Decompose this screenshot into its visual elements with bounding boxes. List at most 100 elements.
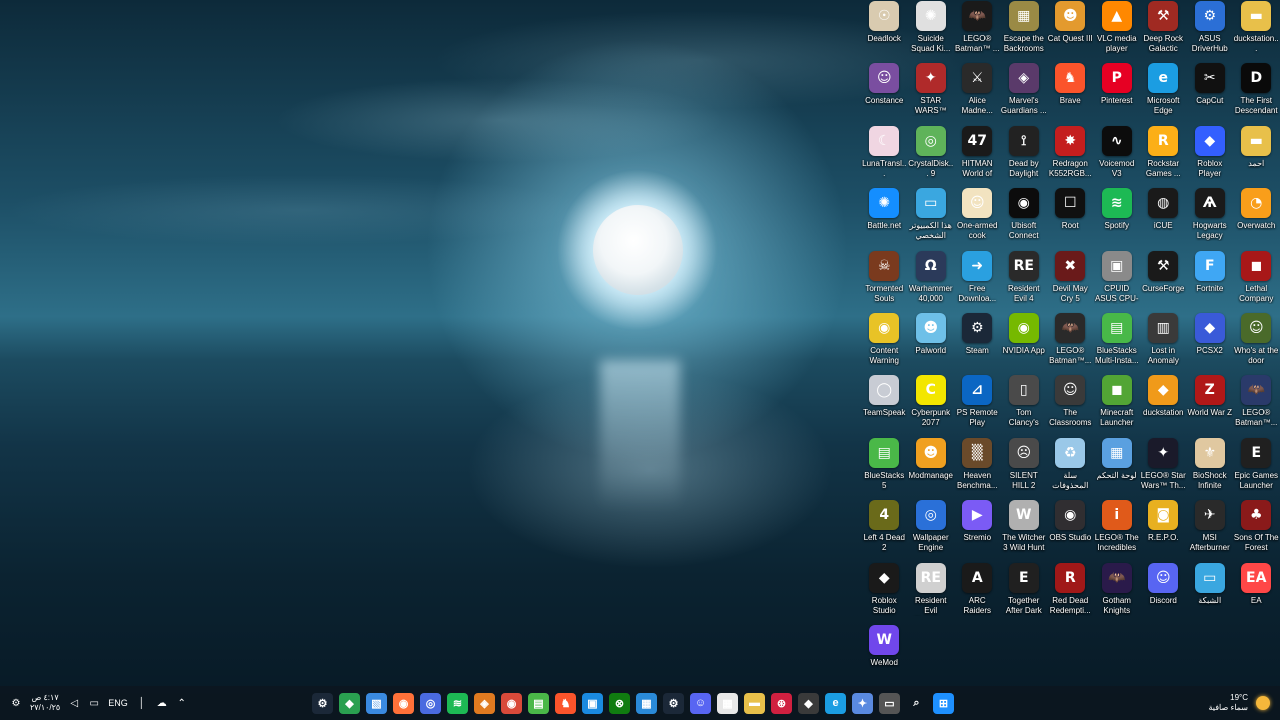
desktop-shortcut[interactable]: ▶ Stremio bbox=[954, 499, 1001, 561]
desktop-shortcut[interactable]: ⚒ Deep Rock Galactic bbox=[1140, 0, 1187, 62]
desktop-shortcut[interactable]: EA EA bbox=[1233, 562, 1280, 624]
desktop-shortcut[interactable]: 47HITMAN World of As... bbox=[954, 125, 1001, 187]
steam-icon[interactable]: ⚙ bbox=[663, 692, 684, 714]
desktop-shortcut[interactable]: ▤ BlueStacks 5 bbox=[861, 437, 908, 499]
desktop-shortcut[interactable]: ☹ SILENT HILL 2 bbox=[1001, 437, 1048, 499]
desktop-shortcut[interactable]: ☺ The Classrooms bbox=[1047, 374, 1094, 436]
desktop-shortcut[interactable]: ☻ Palworld bbox=[908, 312, 955, 374]
desktop-shortcut[interactable]: 🦇 LEGO® Batman™... bbox=[1233, 374, 1280, 436]
desktop-shortcut[interactable]: ⚒ CurseForge bbox=[1140, 250, 1187, 312]
desktop-shortcut[interactable]: ▤ BlueStacks Multi-Insta... bbox=[1094, 312, 1141, 374]
desktop-shortcut[interactable]: ▬ duckstation... bbox=[1233, 0, 1280, 62]
desktop-shortcut[interactable]: ☠ Tormented Souls bbox=[861, 250, 908, 312]
desktop-shortcut[interactable]: R Rockstar Games ... bbox=[1140, 125, 1187, 187]
desktop-shortcut[interactable]: e Microsoft Edge bbox=[1140, 62, 1187, 124]
desktop-shortcut[interactable]: ☺ Discord bbox=[1140, 562, 1187, 624]
app-red-icon[interactable]: ⊛ bbox=[771, 692, 792, 714]
desktop-shortcut[interactable]: ◼ Lethal Company bbox=[1233, 250, 1280, 312]
desktop-shortcut[interactable]: ◉ Content Warning bbox=[861, 312, 908, 374]
desktop-shortcut[interactable]: ☺ Constance bbox=[861, 62, 908, 124]
copilot-icon[interactable]: ✦ bbox=[852, 692, 873, 714]
desktop-shortcut[interactable]: ☻ Cat Quest III bbox=[1047, 0, 1094, 62]
speaker-icon[interactable]: ◁ bbox=[68, 698, 80, 709]
desktop-shortcut[interactable]: R Red Dead Redempti... bbox=[1047, 562, 1094, 624]
chevron-up-icon[interactable]: ⌃ bbox=[176, 698, 188, 709]
desktop-shortcut[interactable]: ✖ Devil May Cry 5 bbox=[1047, 250, 1094, 312]
desktop-shortcut[interactable]: ▲ VLC media player bbox=[1094, 0, 1141, 62]
desktop-shortcut[interactable]: ⚔ Alice Madne... bbox=[954, 62, 1001, 124]
desktop-shortcut[interactable]: 🦇 LEGO® Batman™ ... bbox=[954, 0, 1001, 62]
discord-icon[interactable]: ☺ bbox=[690, 692, 711, 714]
cloud-icon[interactable]: ☁ bbox=[156, 698, 168, 709]
mic-icon[interactable]: │ bbox=[136, 698, 148, 709]
desktop-shortcut[interactable]: ✈ MSI Afterburner bbox=[1187, 499, 1234, 561]
desktop-shortcut[interactable]: Z World War Z bbox=[1187, 374, 1234, 436]
desktop-shortcut[interactable]: Ѧ Hogwarts Legacy bbox=[1187, 187, 1234, 249]
desktop-shortcut[interactable]: W The Witcher 3 Wild Hunt bbox=[1001, 499, 1048, 561]
desktop-shortcut[interactable]: C Cyberpunk 2077 bbox=[908, 374, 955, 436]
app-blue2-icon[interactable]: ▣ bbox=[582, 692, 603, 714]
task-view-icon[interactable]: ▭ bbox=[879, 692, 900, 714]
desktop-shortcut[interactable]: ▣CPUID ASUS CPU-Z bbox=[1094, 250, 1141, 312]
desktop-shortcut[interactable]: ➜ Free Downloa... bbox=[954, 250, 1001, 312]
desktop-shortcut[interactable]: ♻ سلة المحذوفات bbox=[1047, 437, 1094, 499]
desktop-shortcut[interactable]: ☻ Modmanage bbox=[908, 437, 955, 499]
desktop-shortcut[interactable]: ≋ Spotify bbox=[1094, 187, 1141, 249]
desktop-shortcut[interactable]: ◆ PCSX2 bbox=[1187, 312, 1234, 374]
ai-chat-icon[interactable]: ◎ bbox=[420, 692, 441, 714]
desktop-shortcut[interactable]: ▒ Heaven Benchma... bbox=[954, 437, 1001, 499]
desktop-shortcut[interactable]: ▥ Lost in Anomaly bbox=[1140, 312, 1187, 374]
desktop-shortcut[interactable]: ◔ Overwatch bbox=[1233, 187, 1280, 249]
desktop-shortcut[interactable]: ✂ CapCut bbox=[1187, 62, 1234, 124]
gear-icon[interactable]: ⚙ bbox=[10, 698, 22, 709]
desktop-shortcut[interactable]: ◯ TeamSpeak bbox=[861, 374, 908, 436]
desktop-shortcut[interactable]: ◙ R.E.P.O. bbox=[1140, 499, 1187, 561]
desktop-shortcut[interactable]: ▭ هذا الكمبيوتر الشخصي bbox=[908, 187, 955, 249]
desktop-shortcut[interactable]: ♞ Brave bbox=[1047, 62, 1094, 124]
desktop-shortcut[interactable]: ◼ Minecraft Launcher bbox=[1094, 374, 1141, 436]
desktop-shortcut[interactable]: ▭ الشبكة bbox=[1187, 562, 1234, 624]
desktop-shortcut[interactable]: ▯Tom Clancy's Rainbow Si... bbox=[1001, 374, 1048, 436]
desktop-shortcut[interactable]: ☐ Root bbox=[1047, 187, 1094, 249]
desktop-shortcut[interactable]: ◉ Ubisoft Connect bbox=[1001, 187, 1048, 249]
desktop-shortcut[interactable]: E Together After Dark bbox=[1001, 562, 1048, 624]
bluestacks-icon[interactable]: ▤ bbox=[528, 692, 549, 714]
desktop-shortcut[interactable]: ☾ LunaTransl... bbox=[861, 125, 908, 187]
app-blue-icon[interactable]: ▧ bbox=[366, 692, 387, 714]
desktop-shortcut[interactable]: ⚙ Steam bbox=[954, 312, 1001, 374]
desktop-shortcut[interactable]: ▬ احمد bbox=[1233, 125, 1280, 187]
desktop-shortcut[interactable]: E Epic Games Launcher bbox=[1233, 437, 1280, 499]
xbox-icon[interactable]: ⊗ bbox=[609, 692, 630, 714]
desktop-shortcut[interactable]: P Pinterest bbox=[1094, 62, 1141, 124]
desktop-shortcut[interactable]: ♣ Sons Of The Forest bbox=[1233, 499, 1280, 561]
desktop-shortcut[interactable]: ☉ Deadlock bbox=[861, 0, 908, 62]
desktop-shortcut[interactable]: ∿ Voicemod V3 bbox=[1094, 125, 1141, 187]
desktop-shortcut[interactable]: ΩWarhammer 40,000 Spa... bbox=[908, 250, 955, 312]
desktop-shortcut[interactable]: REResident Evil Requiem bbox=[908, 562, 955, 624]
desktop-shortcut[interactable]: ⟟ Dead by Daylight bbox=[1001, 125, 1048, 187]
desktop-shortcut[interactable]: ✺ Battle.net bbox=[861, 187, 908, 249]
desktop-shortcut[interactable]: ⊿ PS Remote Play bbox=[954, 374, 1001, 436]
monitor-icon[interactable]: ▭ bbox=[88, 698, 100, 709]
language-indicator[interactable]: ENG bbox=[108, 698, 128, 708]
desktop-shortcut[interactable]: ✺ Suicide Squad Ki... bbox=[908, 0, 955, 62]
desktop-shortcut[interactable]: ◆ Roblox Studio bbox=[861, 562, 908, 624]
desktop-shortcut[interactable]: ⚙ ASUS DriverHub bbox=[1187, 0, 1234, 62]
desktop-shortcut[interactable]: A ARC Raiders bbox=[954, 562, 1001, 624]
desktop-shortcut[interactable]: ◍ iCUE bbox=[1140, 187, 1187, 249]
desktop-shortcut[interactable]: ▦ لوحة التحكم bbox=[1094, 437, 1141, 499]
brave-icon[interactable]: ♞ bbox=[555, 692, 576, 714]
firefox-icon[interactable]: ◉ bbox=[393, 692, 414, 714]
desktop-shortcut[interactable]: ◉ NVIDIA App bbox=[1001, 312, 1048, 374]
clock[interactable]: ٤:١٧ ص ٢٧/١٠/٢٥ bbox=[30, 693, 60, 713]
desktop-shortcut[interactable]: ◆ duckstation bbox=[1140, 374, 1187, 436]
desktop-shortcut[interactable]: F Fortnite bbox=[1187, 250, 1234, 312]
desktop-shortcut[interactable]: ◉ OBS Studio bbox=[1047, 499, 1094, 561]
desktop-shortcut[interactable]: ▦ Escape the Backrooms bbox=[1001, 0, 1048, 62]
desktop-shortcut[interactable]: ◎ Wallpaper Engine bbox=[908, 499, 955, 561]
desktop-shortcut[interactable]: ◆ Roblox Player bbox=[1187, 125, 1234, 187]
desktop-shortcut[interactable]: ◈ Marvel's Guardians ... bbox=[1001, 62, 1048, 124]
desktop-shortcut[interactable]: ✦STAR WARS™ Battlefro... bbox=[908, 62, 955, 124]
app-orange-icon[interactable]: ◈ bbox=[474, 692, 495, 714]
desktop-shortcut[interactable]: W WeMod bbox=[861, 624, 908, 686]
